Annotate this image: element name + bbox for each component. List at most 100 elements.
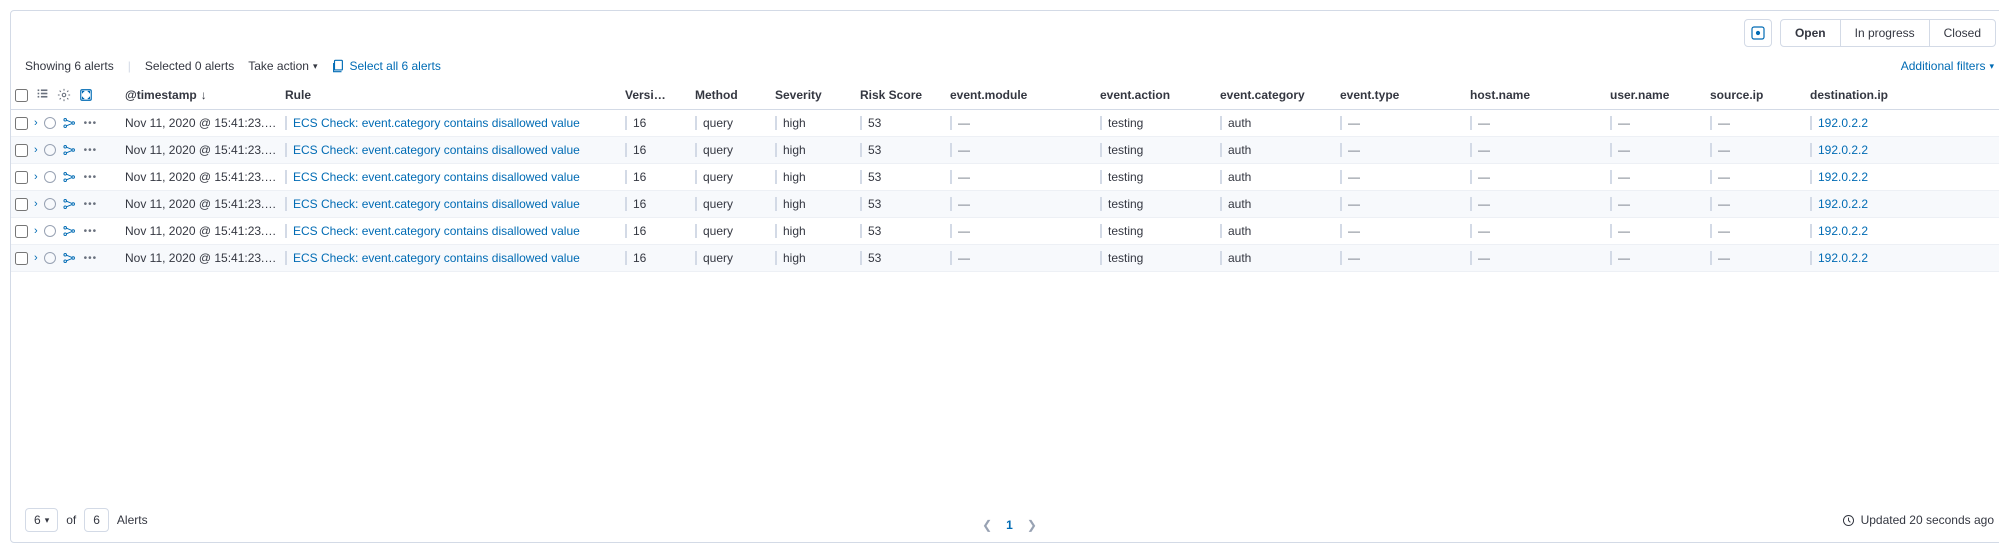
page-size-select[interactable]: 6 ▾ — [25, 508, 58, 532]
expand-row-icon[interactable]: › — [34, 144, 38, 156]
cell-source-ip: — — [1710, 143, 1730, 157]
cell-method: query — [695, 224, 733, 238]
more-icon[interactable]: ••• — [84, 145, 98, 156]
col-timestamp-label: @timestamp — [125, 88, 197, 102]
destination-ip-link[interactable]: 192.0.2.2 — [1818, 143, 1868, 157]
cell-severity: high — [775, 251, 806, 265]
analyze-icon[interactable] — [62, 170, 78, 184]
row-checkbox[interactable] — [15, 117, 28, 130]
col-source-ip[interactable]: source.ip — [1706, 81, 1806, 110]
more-icon[interactable]: ••• — [84, 199, 98, 210]
select-all-checkbox[interactable] — [15, 89, 28, 102]
col-risk-score[interactable]: Risk Score — [856, 81, 946, 110]
row-checkbox[interactable] — [15, 252, 28, 265]
rule-link[interactable]: ECS Check: event.category contains disal… — [293, 197, 580, 211]
expand-row-icon[interactable]: › — [34, 171, 38, 183]
expand-row-icon[interactable]: › — [34, 117, 38, 129]
col-version[interactable]: Versi… — [621, 81, 691, 110]
page-size-value: 6 — [34, 513, 41, 527]
col-event-category[interactable]: event.category — [1216, 81, 1336, 110]
take-action-label: Take action — [248, 59, 309, 73]
destination-ip-link[interactable]: 192.0.2.2 — [1818, 197, 1868, 211]
more-icon[interactable]: ••• — [84, 253, 98, 264]
inspect-button[interactable] — [1744, 19, 1772, 47]
fullscreen-icon[interactable] — [79, 88, 93, 102]
col-event-module[interactable]: event.module — [946, 81, 1096, 110]
row-checkbox[interactable] — [15, 225, 28, 238]
status-circle-icon[interactable] — [44, 117, 56, 129]
analyze-icon[interactable] — [62, 143, 78, 157]
expand-row-icon[interactable]: › — [34, 252, 38, 264]
rule-link[interactable]: ECS Check: event.category contains disal… — [293, 143, 580, 157]
cell-event-category: auth — [1220, 143, 1251, 157]
tab-in-progress[interactable]: In progress — [1840, 20, 1929, 46]
pager-next[interactable]: ❯ — [1027, 518, 1037, 532]
tab-closed[interactable]: Closed — [1929, 20, 1995, 46]
cell-user-name: — — [1610, 197, 1630, 211]
table-row: ›•••Nov 11, 2020 @ 15:41:23.905ECS Check… — [11, 191, 1999, 218]
cell-timestamp: Nov 11, 2020 @ 15:41:23.905 — [121, 137, 281, 164]
status-circle-icon[interactable] — [44, 198, 56, 210]
destination-ip-link[interactable]: 192.0.2.2 — [1818, 116, 1868, 130]
col-rule[interactable]: Rule — [281, 81, 621, 110]
status-circle-icon[interactable] — [44, 144, 56, 156]
analyze-icon[interactable] — [62, 251, 78, 265]
rule-link[interactable]: ECS Check: event.category contains disal… — [293, 251, 580, 265]
expand-row-icon[interactable]: › — [34, 225, 38, 237]
row-checkbox[interactable] — [15, 144, 28, 157]
cell-version: 16 — [625, 224, 646, 238]
cell-method: query — [695, 251, 733, 265]
cell-host-name: — — [1470, 251, 1490, 265]
rule-link[interactable]: ECS Check: event.category contains disal… — [293, 116, 580, 130]
status-circle-icon[interactable] — [44, 225, 56, 237]
tab-open[interactable]: Open — [1781, 20, 1840, 46]
cell-version: 16 — [625, 116, 646, 130]
additional-filters-dropdown[interactable]: Additional filters ▾ — [1901, 59, 1994, 73]
col-host-name[interactable]: host.name — [1466, 81, 1606, 110]
topbar: Open In progress Closed — [11, 11, 1999, 55]
expand-row-icon[interactable]: › — [34, 198, 38, 210]
cell-risk-score: 53 — [860, 197, 881, 211]
status-circle-icon[interactable] — [44, 171, 56, 183]
status-circle-icon[interactable] — [44, 252, 56, 264]
pager-current[interactable]: 1 — [1006, 518, 1013, 532]
more-icon[interactable]: ••• — [84, 226, 98, 237]
list-icon[interactable] — [36, 87, 49, 103]
table-header-row: @timestamp ↓ Rule Versi… Method Severity… — [11, 81, 1999, 110]
more-icon[interactable]: ••• — [84, 118, 98, 129]
row-checkbox[interactable] — [15, 198, 28, 211]
select-all-label: Select all 6 alerts — [349, 59, 440, 73]
col-destination-ip[interactable]: destination.ip — [1806, 81, 1999, 110]
cell-event-action: testing — [1100, 224, 1143, 238]
cell-event-module: — — [950, 170, 970, 184]
analyze-icon[interactable] — [62, 197, 78, 211]
cell-severity: high — [775, 197, 806, 211]
rule-link[interactable]: ECS Check: event.category contains disal… — [293, 224, 580, 238]
alerts-table: @timestamp ↓ Rule Versi… Method Severity… — [11, 81, 1999, 272]
destination-ip-link[interactable]: 192.0.2.2 — [1818, 251, 1868, 265]
table-wrap: @timestamp ↓ Rule Versi… Method Severity… — [11, 81, 1999, 498]
clock-icon — [1842, 514, 1855, 527]
updated-label: Updated 20 seconds ago — [1861, 513, 1994, 527]
col-timestamp[interactable]: @timestamp ↓ — [121, 81, 281, 110]
col-method[interactable]: Method — [691, 81, 771, 110]
select-all-link[interactable]: Select all 6 alerts — [331, 59, 440, 73]
cell-risk-score: 53 — [860, 143, 881, 157]
col-severity[interactable]: Severity — [771, 81, 856, 110]
analyze-icon[interactable] — [62, 224, 78, 238]
destination-ip-link[interactable]: 192.0.2.2 — [1818, 170, 1868, 184]
cell-version: 16 — [625, 251, 646, 265]
gear-icon[interactable] — [57, 88, 71, 102]
rule-link[interactable]: ECS Check: event.category contains disal… — [293, 170, 580, 184]
row-checkbox[interactable] — [15, 171, 28, 184]
col-event-type[interactable]: event.type — [1336, 81, 1466, 110]
cell-host-name: — — [1470, 116, 1490, 130]
analyze-icon[interactable] — [62, 116, 78, 130]
col-user-name[interactable]: user.name — [1606, 81, 1706, 110]
destination-ip-link[interactable]: 192.0.2.2 — [1818, 224, 1868, 238]
unit-label: Alerts — [117, 513, 148, 527]
pager-prev[interactable]: ❮ — [982, 518, 992, 532]
take-action-dropdown[interactable]: Take action ▾ — [248, 59, 317, 73]
more-icon[interactable]: ••• — [84, 172, 98, 183]
col-event-action[interactable]: event.action — [1096, 81, 1216, 110]
